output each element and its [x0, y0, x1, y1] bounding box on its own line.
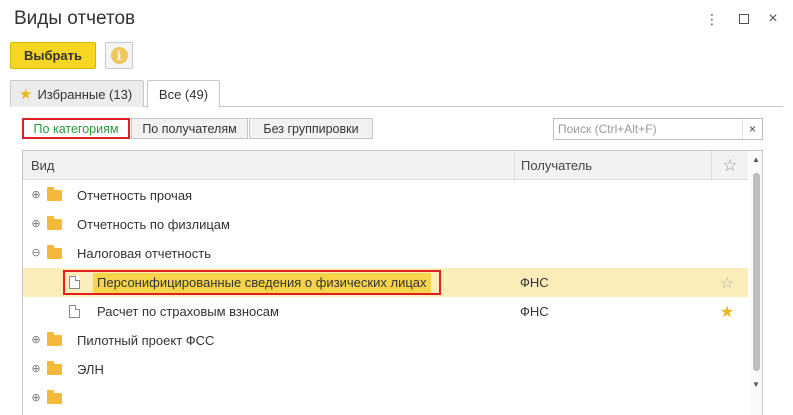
table-row[interactable]: ⊕ Отчетность по физлицам	[23, 210, 748, 239]
report-types-table: Вид Получатель ☆ ⊕ Отчетность прочая ⊕ О…	[22, 150, 763, 415]
scroll-up-icon[interactable]: ▲	[752, 155, 760, 164]
document-icon	[69, 305, 80, 318]
row-label: ЭЛН	[77, 362, 104, 377]
clear-search-icon[interactable]: ×	[742, 119, 762, 139]
vertical-scrollbar[interactable]: ▲ ▼	[750, 151, 762, 415]
group-by-receiver-button[interactable]: По получателям	[131, 118, 248, 139]
favorite-star-icon[interactable]: ★	[717, 302, 737, 322]
table-row[interactable]: ⊕ ЭЛН	[23, 355, 748, 384]
tab-all-label: Все (49)	[158, 87, 209, 102]
star-icon: ★	[19, 86, 33, 103]
row-label: Отчетность по физлицам	[77, 217, 230, 232]
expand-icon[interactable]: ⊕	[31, 190, 41, 201]
row-receiver: ФНС	[520, 275, 549, 290]
folder-icon	[47, 390, 62, 404]
table-row-selected[interactable]: Персонифицированные сведения о физически…	[23, 268, 748, 297]
table-row[interactable]: ⊖ Налоговая отчетность	[23, 239, 748, 268]
search-input[interactable]	[554, 119, 742, 139]
collapse-icon[interactable]: ⊖	[31, 248, 41, 259]
table-row[interactable]: Расчет по страховым взносам ФНС ★	[23, 297, 748, 326]
scroll-thumb[interactable]	[753, 173, 760, 371]
close-icon[interactable]: ×	[764, 10, 782, 28]
expand-icon[interactable]: ⊕	[31, 219, 41, 230]
column-header-receiver[interactable]: Получатель	[514, 151, 711, 180]
tab-all[interactable]: Все (49)	[147, 80, 220, 108]
table-row[interactable]: ⊕ Отчетность прочая	[23, 181, 748, 210]
row-label: Пилотный проект ФСС	[77, 333, 215, 348]
row-label: Налоговая отчетность	[77, 246, 211, 261]
column-header-type[interactable]: Вид	[31, 151, 55, 180]
table-row[interactable]: ⊕ Пилотный проект ФСС	[23, 326, 748, 355]
favorite-star-icon[interactable]: ☆	[717, 273, 737, 293]
scroll-down-icon[interactable]: ▼	[752, 380, 760, 389]
row-label: Отчетность прочая	[77, 188, 193, 203]
table-row[interactable]: ⊕	[23, 384, 748, 413]
info-button[interactable]: i	[105, 42, 133, 69]
group-by-category-button[interactable]: По категориям	[22, 118, 130, 139]
select-button[interactable]: Выбрать	[10, 42, 96, 69]
folder-icon	[47, 361, 62, 375]
info-icon: i	[110, 47, 128, 64]
folder-icon	[47, 216, 62, 230]
table-header: Вид Получатель ☆	[23, 151, 748, 180]
window-title: Виды отчетов	[14, 8, 136, 29]
more-icon[interactable]: ⋮	[703, 10, 721, 28]
document-icon	[69, 276, 80, 289]
tab-favorites[interactable]: ★ Избранные (13)	[10, 80, 144, 107]
tab-favorites-label: Избранные (13)	[37, 86, 133, 102]
folder-icon	[47, 332, 62, 346]
no-grouping-button[interactable]: Без группировки	[249, 118, 373, 139]
row-label: Персонифицированные сведения о физически…	[93, 272, 431, 293]
maximize-icon[interactable]	[735, 10, 753, 28]
folder-icon	[47, 245, 62, 259]
row-receiver: ФНС	[520, 304, 549, 319]
expand-icon[interactable]: ⊕	[31, 364, 41, 375]
folder-icon	[47, 187, 62, 201]
search-box: ×	[553, 118, 763, 140]
column-header-favorite[interactable]: ☆	[711, 151, 748, 180]
expand-icon[interactable]: ⊕	[31, 393, 41, 404]
expand-icon[interactable]: ⊕	[31, 335, 41, 346]
row-label: Расчет по страховым взносам	[97, 304, 279, 319]
